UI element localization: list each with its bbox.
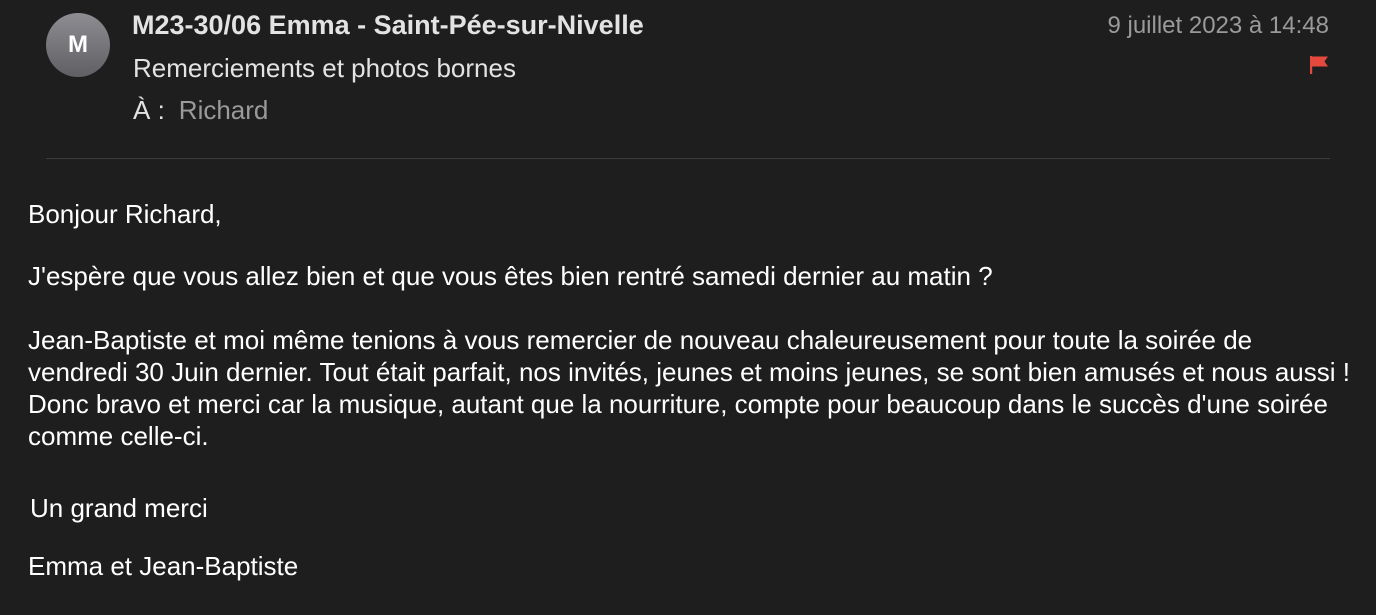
to-label: À : [133, 95, 165, 125]
recipient-row: À : Richard [133, 95, 268, 126]
message-date: 9 juillet 2023 à 14:48 [1107, 12, 1329, 39]
header-divider [46, 158, 1330, 159]
signature: Emma et Jean-Baptiste [28, 551, 299, 581]
sender-name[interactable]: M23-30/06 Emma - Saint-Pée-sur-Nivelle [132, 10, 644, 41]
body-paragraph: J'espère que vous allez bien et que vous… [28, 261, 993, 291]
greeting: Bonjour Richard, [28, 199, 222, 229]
message-subject: Remerciements et photos bornes [133, 53, 516, 83]
avatar[interactable]: M [46, 13, 110, 77]
closing: Un grand merci [30, 493, 208, 523]
message-header: M M23-30/06 Emma - Saint-Pée-sur-Nivelle… [0, 0, 1376, 160]
recipient-name[interactable]: Richard [179, 95, 269, 125]
flag-icon[interactable] [1308, 54, 1330, 76]
body-paragraph: Jean-Baptiste et moi même tenions à vous… [28, 325, 1350, 451]
